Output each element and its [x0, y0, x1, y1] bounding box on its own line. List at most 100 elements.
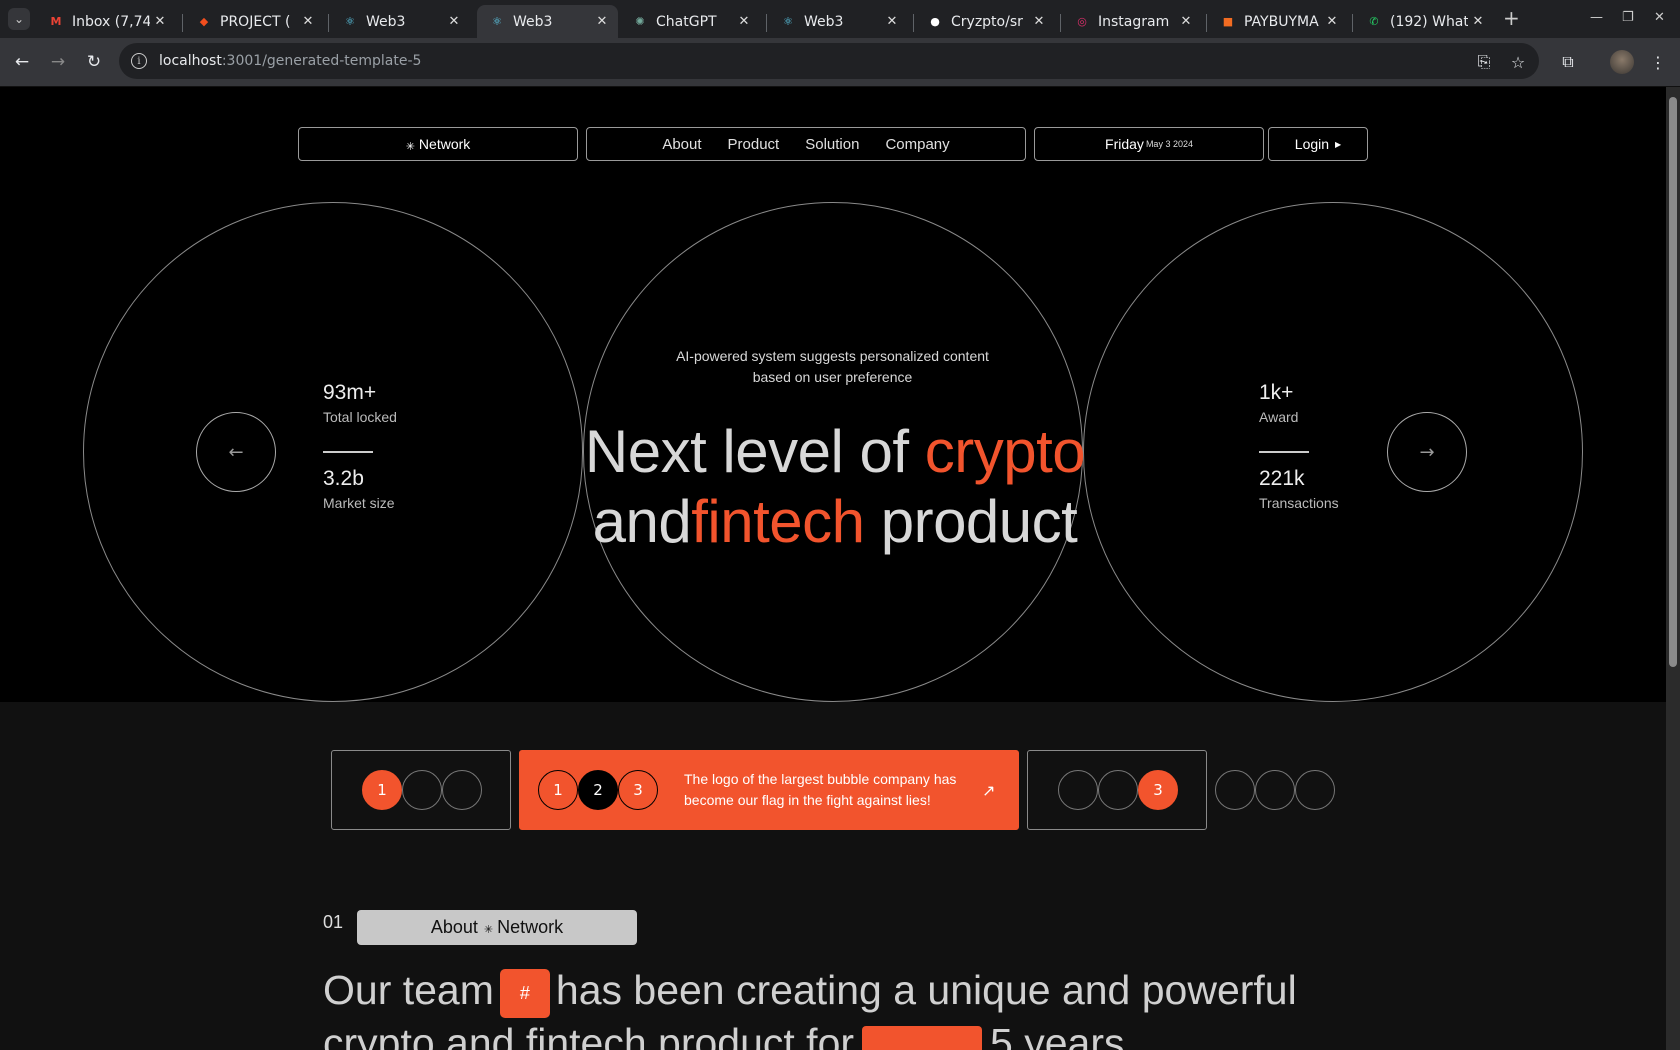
about-pill-label: About [430, 917, 478, 937]
date-pill: Friday May 3 2024 [1034, 127, 1264, 161]
stat-label: Market size [323, 495, 395, 511]
slide-card-4[interactable] [1215, 750, 1345, 830]
nav-link-product[interactable]: Product [728, 136, 780, 153]
chatgpt-icon: ✺ [635, 15, 645, 28]
about-network-pill: About ✳ Network [357, 910, 637, 945]
tab-web3-2[interactable]: ⚛ Web3 ✕ [768, 5, 908, 38]
stat-label: Transactions [1259, 495, 1339, 511]
hero-subtitle: AI-powered system suggests personalized … [676, 348, 989, 385]
install-app-icon[interactable]: ⎘ [1472, 50, 1496, 74]
forward-icon[interactable]: → [46, 50, 70, 74]
hero-headline: Next level of crypto andfintech product [584, 418, 1086, 555]
close-icon[interactable]: ✕ [298, 14, 318, 29]
reload-icon[interactable]: ↻ [82, 50, 106, 74]
figma-icon: ◆ [199, 15, 209, 28]
step-dot [442, 770, 482, 810]
site-info-icon[interactable]: i [131, 53, 147, 69]
tab-chatgpt[interactable]: ✺ ChatGPT ✕ [620, 5, 760, 38]
step-dot: 1 [362, 770, 402, 810]
hash-badge: # [499, 968, 550, 1018]
react-icon: ⚛ [345, 15, 355, 28]
profile-avatar[interactable] [1610, 50, 1634, 74]
minimize-icon[interactable]: — [1590, 10, 1603, 25]
bookmark-star-icon[interactable]: ☆ [1506, 50, 1530, 74]
close-window-icon[interactable]: ✕ [1654, 10, 1665, 25]
tab-search-button[interactable]: ⌄ [8, 8, 30, 30]
close-icon[interactable]: ✕ [444, 14, 464, 29]
react-icon: ⚛ [783, 15, 793, 28]
menu-dots-icon[interactable]: ⋮ [1646, 50, 1670, 74]
login-label: Login [1294, 136, 1330, 152]
new-tab-button[interactable]: + [1503, 6, 1520, 30]
arrow-up-right-icon: ↗ [982, 780, 996, 800]
close-icon[interactable]: ✕ [1176, 14, 1196, 29]
instagram-icon: ◎ [1077, 15, 1087, 28]
stat-label: Total locked [323, 409, 397, 425]
back-icon[interactable]: ← [10, 50, 34, 74]
stat-value: 3.2b [323, 467, 364, 490]
close-icon[interactable]: ✕ [882, 14, 902, 29]
tab-whatsapp[interactable]: ✆ (192) What ✕ [1354, 5, 1494, 38]
slide-card-1[interactable]: 1 [331, 750, 511, 830]
react-icon: ⚛ [492, 15, 502, 28]
tab-title: (192) What [1390, 13, 1468, 30]
slide-card-2-active[interactable]: 1 2 3 The logo of the largest bubble com… [519, 750, 1019, 830]
step-dot: 1 [538, 770, 578, 810]
scrollbar-thumb[interactable] [1669, 97, 1677, 667]
stat-value: 221k [1259, 467, 1305, 490]
arrow-left-icon: ← [228, 441, 244, 463]
extensions-icon[interactable]: ⧉ [1556, 50, 1580, 74]
tab-title: PAYBUYMA [1244, 13, 1319, 30]
next-arrow-button[interactable]: → [1387, 412, 1467, 492]
tab-instagram[interactable]: ◎ Instagram ✕ [1062, 5, 1202, 38]
tab-title: Inbox (7,74 [72, 13, 150, 30]
caret-right-icon: ▶ [1335, 139, 1342, 149]
section-number: 01 [323, 912, 344, 932]
slide-card-3[interactable]: 3 [1027, 750, 1207, 830]
step-dot [402, 770, 442, 810]
highlight-bar [862, 1025, 983, 1050]
tab-github[interactable]: ● Cryzpto/sr ✕ [915, 5, 1055, 38]
paybuy-icon: ■ [1222, 15, 1234, 28]
nav-link-solution[interactable]: Solution [805, 136, 859, 153]
right-ring [1083, 202, 1583, 702]
brand-pill[interactable]: ✳ Network [298, 127, 578, 161]
step-dot [1098, 770, 1138, 810]
url-text[interactable]: localhost:3001/generated-template-5 [159, 53, 421, 69]
tab-gmail[interactable]: M Inbox (7,74 ✕ [36, 5, 176, 38]
close-icon[interactable]: ✕ [150, 14, 170, 29]
nav-link-about[interactable]: About [662, 136, 701, 153]
step-dot [1058, 770, 1098, 810]
restore-icon[interactable]: ❐ [1622, 10, 1634, 25]
step-dot: 2 [578, 770, 618, 810]
tab-figma[interactable]: ◆ PROJECT ( ✕ [184, 5, 324, 38]
close-icon[interactable]: ✕ [592, 14, 612, 29]
tab-title: PROJECT ( [220, 13, 291, 30]
step-dot [1295, 770, 1335, 810]
sparkle-icon: ✳ [483, 924, 494, 936]
tab-web3-active[interactable]: ⚛ Web3 ✕ [477, 5, 618, 38]
tab-paybuy[interactable]: ■ PAYBUYMA ✕ [1208, 5, 1348, 38]
prev-arrow-button[interactable]: ← [196, 412, 276, 492]
tab-title: Web3 [366, 13, 406, 30]
browser-tab-strip: ⌄ M Inbox (7,74 ✕ ◆ PROJECT ( ✕ ⚛ Web3 ✕… [0, 0, 1680, 38]
whatsapp-icon: ✆ [1369, 15, 1379, 28]
page-viewport: ✳ Network About Product Solution Company… [0, 87, 1666, 1050]
step-dot: 3 [618, 770, 658, 810]
tab-web3-1[interactable]: ⚛ Web3 ✕ [330, 5, 470, 38]
date-label: May 3 2024 [1145, 139, 1193, 149]
nav-link-company[interactable]: Company [885, 136, 949, 153]
gmail-icon: M [50, 15, 62, 28]
login-button[interactable]: Login ▶ [1268, 127, 1368, 161]
page-scrollbar[interactable] [1666, 87, 1680, 1050]
tab-title: Web3 [513, 13, 553, 30]
close-icon[interactable]: ✕ [1029, 14, 1049, 29]
tab-title: Web3 [804, 13, 844, 30]
step-dot: 3 [1138, 770, 1178, 810]
tab-title: ChatGPT [656, 13, 717, 30]
address-bar[interactable]: i localhost:3001/generated-template-5 [119, 43, 1539, 79]
close-icon[interactable]: ✕ [1322, 14, 1342, 29]
close-icon[interactable]: ✕ [1468, 14, 1488, 29]
about-paragraph: Our team # has been creating a unique and … [323, 965, 1383, 1050]
close-icon[interactable]: ✕ [734, 14, 754, 29]
